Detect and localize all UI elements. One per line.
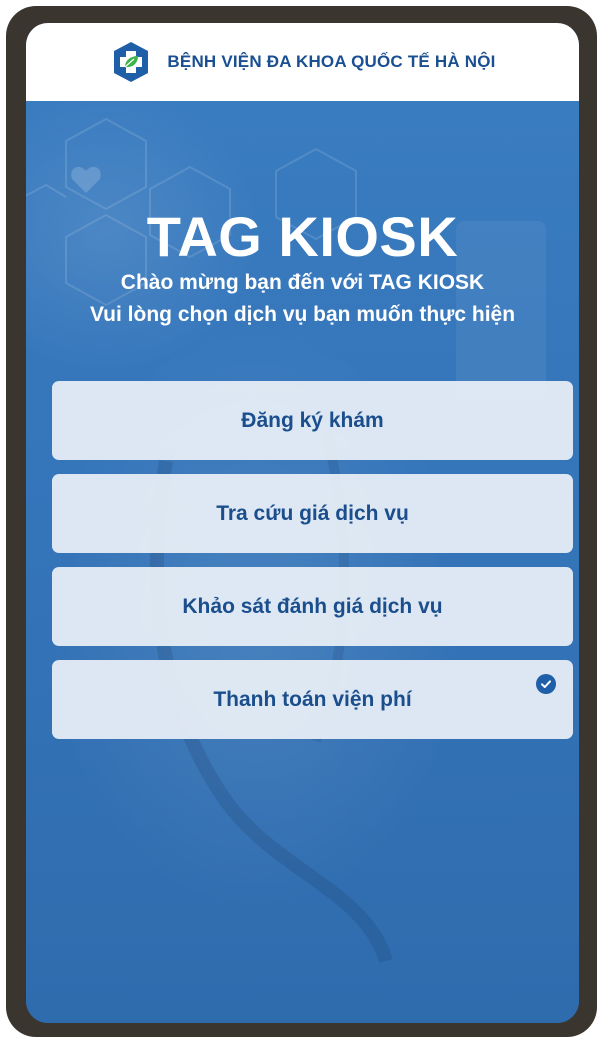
service-price-lookup-button[interactable]: Tra cứu giá dịch vụ [52,474,573,553]
medical-cross-leaf-icon [109,40,153,84]
kiosk-screen: BỆNH VIỆN ĐA KHOA QUỐC TẾ HÀ NỘI TAG KIO… [26,23,579,1023]
menu-item-label: Khảo sát đánh giá dịch vụ [182,594,443,618]
menu-item-label: Đăng ký khám [241,408,384,432]
menu-item-label: Tra cứu giá dịch vụ [216,501,409,525]
register-exam-button[interactable]: Đăng ký khám [52,381,573,460]
device-frame: BỆNH VIỆN ĐA KHOA QUỐC TẾ HÀ NỘI TAG KIO… [6,6,597,1037]
welcome-text: Chào mừng bạn đến với TAG KIOSK [120,271,485,294]
header-bar: BỆNH VIỆN ĐA KHOA QUỐC TẾ HÀ NỘI [26,23,579,101]
menu-item-label: Thanh toán viện phí [213,687,412,711]
hospital-fee-payment-button[interactable]: Thanh toán viện phí [52,660,573,739]
hospital-name: BỆNH VIỆN ĐA KHOA QUỐC TẾ HÀ NỘI [167,52,496,71]
service-menu: Đăng ký khám Tra cứu giá dịch vụ Khảo sá… [52,381,573,753]
service-survey-button[interactable]: Khảo sát đánh giá dịch vụ [52,567,573,646]
page-title: TAG KIOSK [146,205,459,268]
instruction-text: Vui lòng chọn dịch vụ bạn muốn thực hiện [89,303,516,326]
check-icon [536,674,556,694]
hero-area: TAG KIOSK Chào mừng bạn đến với TAG KIOS… [26,101,579,1023]
